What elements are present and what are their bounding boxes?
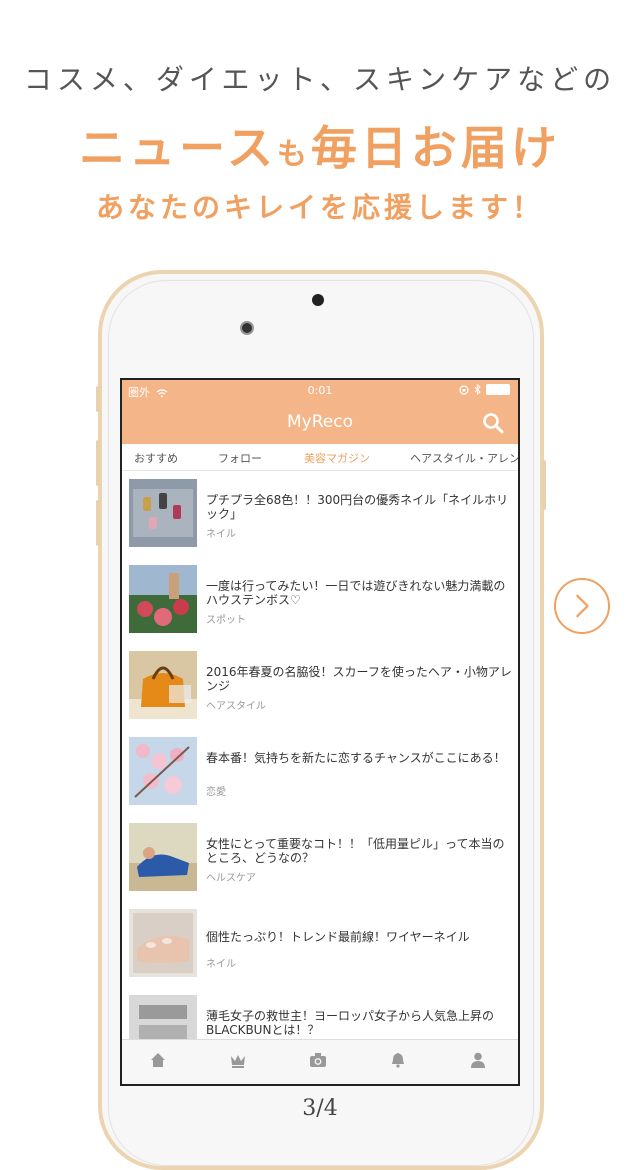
person-icon[interactable] [468,1050,488,1070]
tab-follow[interactable]: フォロー [218,450,262,466]
article-thumbnail [129,909,197,977]
headline-line3: あなたのキレイを応援します！ [95,191,544,224]
article-thumbnail [129,737,197,805]
article-title: プチプラ全68色！！300円台の優秀ネイル「ネイルホリック」 [206,493,509,521]
status-bar: 圏外 0:01 [122,380,518,402]
app-title: MyReco [287,412,353,432]
article-thumbnail [129,651,197,719]
list-item[interactable]: 女性にとって重要なコト！！「低用量ピル」って本当のところ、どうなの？ ヘルスケア [122,815,518,902]
phone-volume-up [96,440,100,486]
camera-icon[interactable] [308,1050,328,1070]
article-category: ヘアスタイル [206,701,266,712]
list-item[interactable]: 個性たっぷり！トレンド最前線！ワイヤーネイル ネイル [122,901,518,988]
tab-bar [122,1039,518,1084]
phone-power [542,460,546,510]
headline-mo: も [276,137,311,172]
bluetooth-icon [474,384,481,395]
article-title: 女性にとって重要なコト！！「低用量ピル」って本当のところ、どうなの？ [206,837,505,865]
article-category: ネイル [206,959,236,970]
bell-icon[interactable] [388,1050,408,1070]
article-title: 春本番！気持ちを新たに恋するチャンスがここにある！ [206,751,506,765]
article-thumbnail [129,565,197,633]
category-tabs: おすすめ フォロー 美容マガジン ヘアスタイル・アレン [122,444,518,471]
phone-sensor [312,294,324,306]
article-title: 一度は行ってみたい！一日では遊びきれない魅力満載のハウステンボス♡ [206,579,506,607]
crown-icon[interactable] [228,1050,248,1070]
rotation-lock-icon [459,384,469,395]
list-item[interactable]: 一度は行ってみたい！一日では遊びきれない魅力満載のハウステンボス♡ スポット [122,557,518,644]
battery-icon [486,384,510,395]
article-category: ネイル [206,529,236,540]
headline-line1: コスメ、ダイエット、スキンケアなどの [23,63,617,96]
phone-side-button [96,386,100,412]
phone-camera [240,321,254,335]
tab-recommended[interactable]: おすすめ [134,450,178,466]
article-category: スポット [206,615,246,626]
list-item[interactable]: 2016年春夏の名脇役！スカーフを使ったヘア・小物アレンジ ヘアスタイル [122,643,518,730]
article-thumbnail [129,823,197,891]
article-category: 恋愛 [206,787,226,798]
list-item[interactable]: 春本番！気持ちを新たに恋するチャンスがここにある！ 恋愛 [122,729,518,816]
article-title: 2016年春夏の名脇役！スカーフを使ったヘア・小物アレンジ [206,665,512,693]
home-icon[interactable] [148,1050,168,1070]
status-icons [459,384,510,395]
list-item[interactable]: プチプラ全68色！！300円台の優秀ネイル「ネイルホリック」 ネイル [122,471,518,558]
tab-beauty-magazine[interactable]: 美容マガジン [304,450,370,466]
next-button[interactable] [554,578,610,634]
search-icon[interactable] [482,412,504,434]
headline-daily: 毎日お届け [310,121,561,175]
phone-volume-down [96,500,100,546]
article-title: 薄毛女子の救世主！ヨーロッパ女子から人気急上昇のBLACKBUNとは！？ [206,1009,495,1037]
page-indicator: 3/4 [302,1096,338,1121]
app-screen: 圏外 0:01 MyReco おすすめ フォロー 美容マガジン ヘアスタイル・ア… [120,378,520,1086]
article-thumbnail [129,479,197,547]
article-category: ヘルスケア [206,873,256,884]
article-title: 個性たっぷり！トレンド最前線！ワイヤーネイル [206,930,470,944]
headline-news: ニュース [79,121,277,175]
headline-line2: ニュースも毎日お届け [0,112,640,178]
nav-bar: MyReco [122,402,518,444]
tab-hairstyle[interactable]: ヘアスタイル・アレン [410,450,518,466]
